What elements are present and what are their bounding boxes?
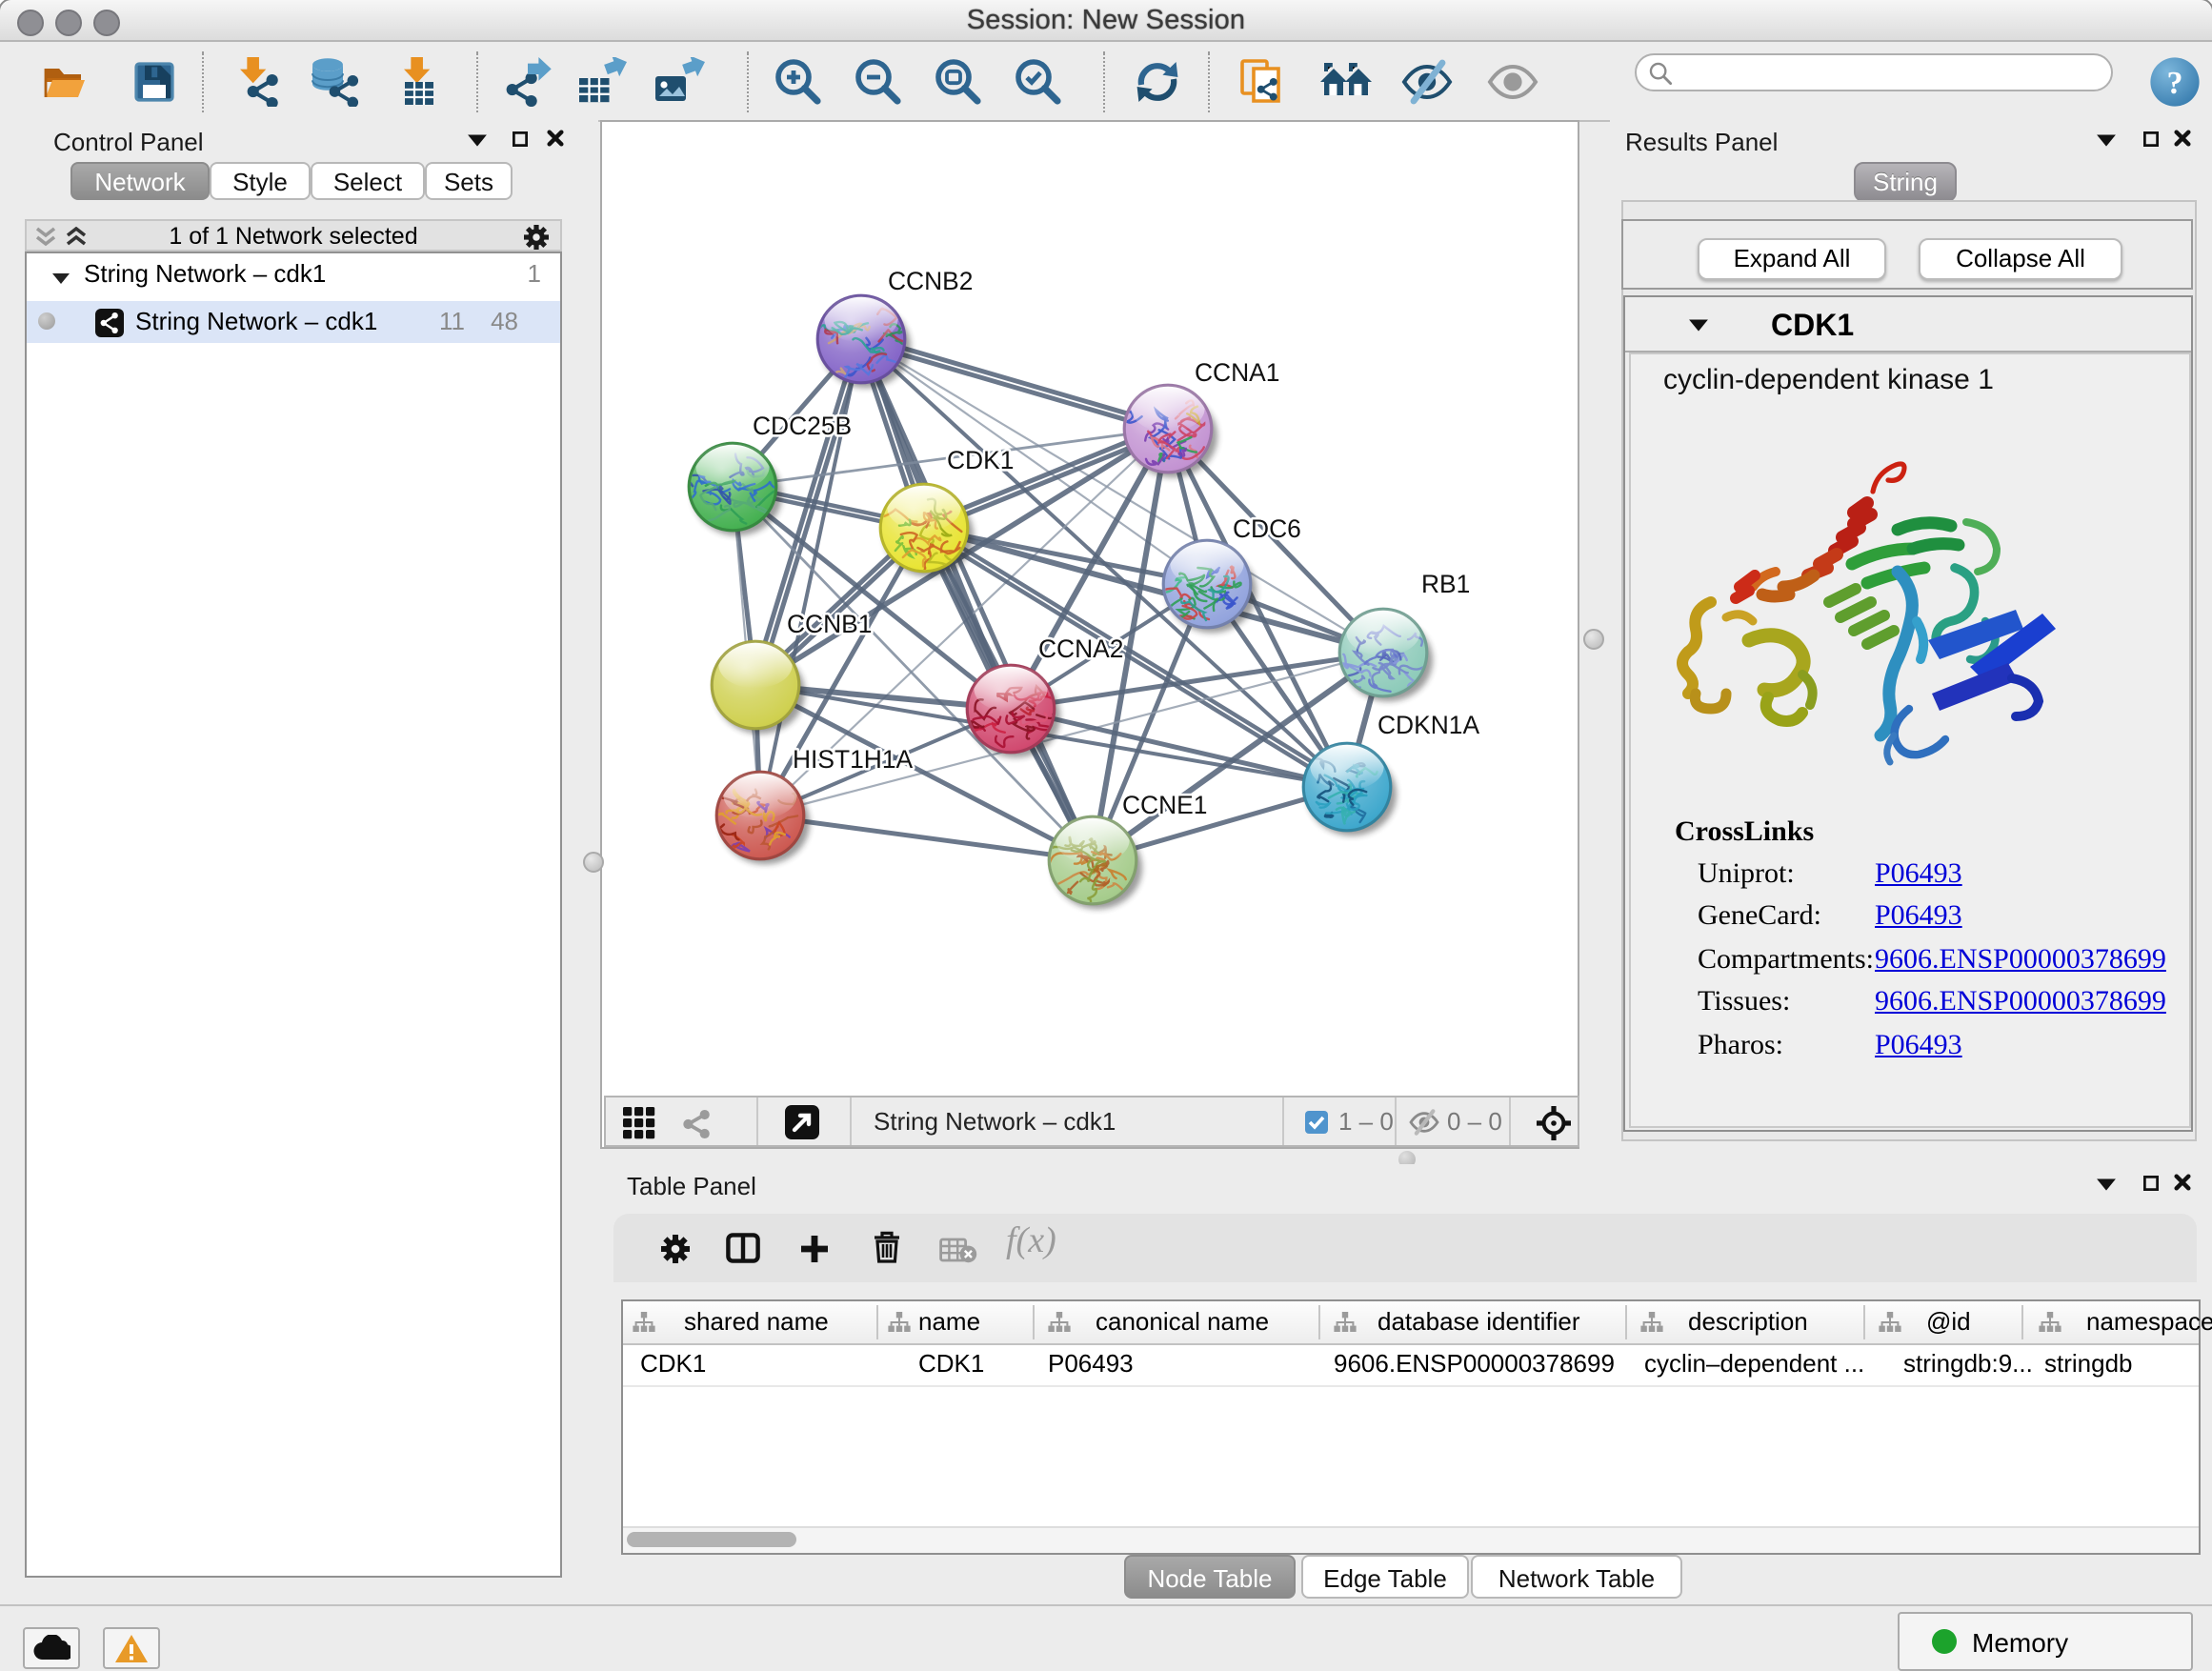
svg-text:CCNB1: CCNB1 [787,609,872,637]
svg-text:CDC25B: CDC25B [753,411,852,439]
svg-text:?: ? [2166,65,2182,100]
svg-text:CCNA2: CCNA2 [1038,634,1123,662]
svg-text:CDC6: CDC6 [1233,513,1301,542]
svg-text:CCNE1: CCNE1 [1122,790,1207,818]
svg-text:CCNA1: CCNA1 [1195,357,1279,386]
svg-text:CDK1: CDK1 [947,445,1014,473]
svg-text:CDKN1A: CDKN1A [1377,710,1479,738]
svg-text:CCNB2: CCNB2 [888,266,973,294]
svg-text:RB1: RB1 [1421,569,1470,597]
svg-text:HIST1H1A: HIST1H1A [793,744,914,773]
